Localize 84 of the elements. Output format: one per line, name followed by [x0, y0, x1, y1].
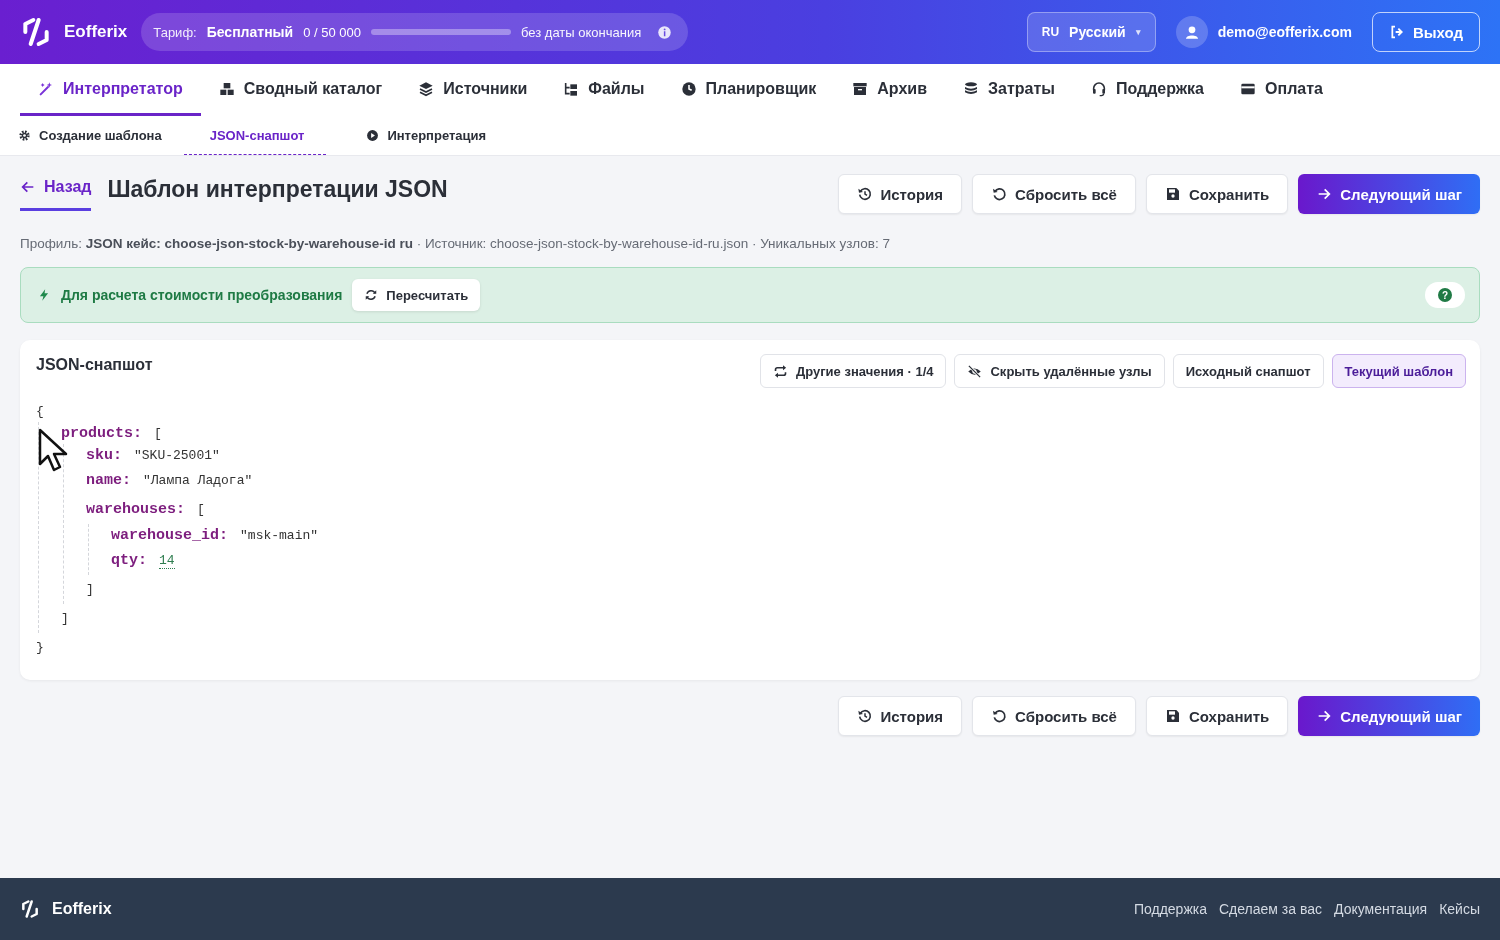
json-key: name: [86, 472, 131, 489]
language-selector[interactable]: RU Русский ▾ [1026, 12, 1156, 52]
history-button[interactable]: История [837, 696, 963, 736]
reset-button[interactable]: Сбросить всё [972, 696, 1136, 736]
refresh-icon [364, 288, 379, 302]
info-icon [657, 24, 673, 40]
json-number: 14 [159, 552, 175, 569]
layers-icon [418, 80, 435, 97]
notice-text: Для расчета стоимости преобразования [61, 287, 343, 303]
nav-tab[interactable]: Источники [400, 64, 546, 116]
bracket: [ [154, 425, 162, 441]
nav-tab[interactable]: Планировщик [662, 64, 835, 116]
brand-name: Eofferix [64, 22, 128, 42]
recalculate-button[interactable]: Пересчитать [352, 279, 481, 311]
save-button[interactable]: Сохранить [1145, 174, 1289, 214]
logo-icon [20, 16, 52, 48]
reset-button[interactable]: Сбросить всё [972, 174, 1136, 214]
history-button[interactable]: История [837, 174, 963, 214]
nav-tab[interactable]: Сводный каталог [200, 64, 401, 116]
footer-link[interactable]: Документация [1334, 901, 1428, 917]
clock-icon [680, 80, 697, 97]
nav-tab[interactable]: Файлы [545, 64, 663, 116]
help-button[interactable]: ? [1425, 282, 1465, 308]
repeat-icon [772, 363, 788, 379]
footer-link[interactable]: Кейсы [1439, 901, 1480, 917]
view-toggle[interactable]: Текущий шаблон [1331, 354, 1466, 388]
footer-brand: Eofferix [52, 900, 112, 918]
archive-icon [852, 80, 869, 97]
nav-tab[interactable]: Затраты [945, 64, 1073, 116]
bracket: [ [197, 502, 205, 517]
user-email: demo@eofferix.com [1217, 24, 1352, 40]
undo-icon [991, 708, 1008, 724]
eye-slash-icon [967, 363, 983, 379]
magic-wand-icon [38, 80, 54, 97]
nav-tab[interactable]: Архив [834, 64, 945, 116]
json-key: qty: [111, 552, 147, 569]
arrow-right-icon [1316, 186, 1333, 202]
lightning-icon [37, 288, 51, 302]
boxes-icon [218, 80, 235, 97]
folder-tree-icon [563, 80, 580, 97]
back-link[interactable]: Назад [20, 174, 92, 211]
json-key: products: [61, 424, 142, 442]
logout-icon [1388, 24, 1405, 40]
json-string: "SKU-25001" [134, 447, 220, 463]
logo-icon [20, 899, 40, 919]
undo-icon [991, 186, 1008, 202]
history-icon [856, 708, 873, 724]
json-string: "msk-main" [240, 527, 319, 543]
plan-label: Тариф: [153, 24, 197, 40]
json-key: warehouse_id: [111, 526, 229, 544]
step-tab[interactable]: Интерпретация [366, 116, 511, 155]
settings-icon [18, 129, 31, 142]
step-tab[interactable]: Создание шаблона [18, 116, 186, 155]
hide-nodes-button[interactable]: Скрыть удалённые узлы [954, 354, 1165, 388]
history-icon [856, 186, 873, 202]
bracket: ] [86, 582, 94, 597]
profile-info: Профиль: JSON кейс: choose-json-stock-by-warehouse-id ru · Источник: choose-json-stock-by-warehouse-id-ru.json · Уникальных узлов: 7 [20, 236, 891, 251]
footer-link[interactable]: Сделаем за вас [1219, 901, 1322, 917]
json-string: "Лампа Ладога" [143, 473, 253, 488]
page-title: Шаблон интерпретации JSON [107, 175, 448, 204]
usage-count: 0 / 50 000 [303, 24, 361, 40]
view-toggle[interactable]: Исходный снапшот [1172, 354, 1324, 388]
next-step-button[interactable]: Следующий шаг [1298, 696, 1480, 736]
expiry-text: без даты окончания [521, 24, 642, 40]
arrow-right-icon [1316, 708, 1333, 724]
plan-name: Бесплатный [206, 24, 294, 40]
next-step-button[interactable]: Следующий шаг [1298, 174, 1480, 214]
json-key: warehouses: [86, 501, 186, 518]
step-tab[interactable]: JSON-снапшот [183, 116, 327, 155]
bracket: } [36, 640, 44, 655]
card-title: JSON-снапшот [36, 355, 153, 374]
nav-tab[interactable]: Поддержка [1072, 64, 1222, 116]
footer-link[interactable]: Поддержка [1133, 901, 1207, 917]
headset-icon [1090, 80, 1107, 97]
save-button[interactable]: Сохранить [1145, 696, 1289, 736]
play-icon [366, 129, 380, 142]
bracket: { [36, 403, 44, 419]
logout-button[interactable]: Выход [1371, 12, 1480, 52]
bracket: ] [61, 611, 69, 626]
json-key: sku: [86, 446, 122, 464]
nav-tab[interactable]: Оплата [1222, 64, 1341, 116]
arrow-left-icon [20, 179, 36, 195]
other-values-button[interactable]: Другие значения · 1/4 [759, 354, 947, 388]
coins-icon [963, 80, 979, 97]
